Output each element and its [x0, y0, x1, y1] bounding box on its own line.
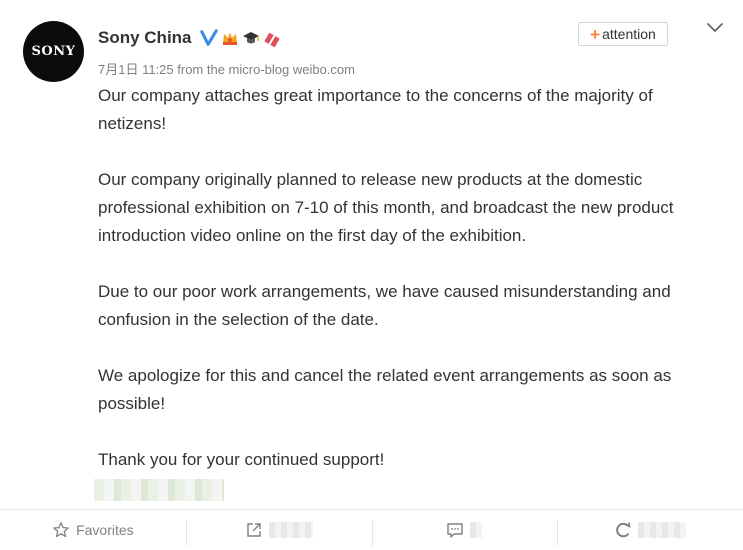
comment-button[interactable] — [371, 510, 558, 550]
graduation-cap-badge-icon[interactable] — [242, 29, 260, 47]
follow-button-label: attention — [602, 26, 656, 42]
avatar[interactable]: SONY — [23, 21, 84, 82]
badge-row — [199, 29, 281, 47]
verified-v-icon[interactable] — [199, 29, 218, 47]
post-paragraph: Due to our poor work arrangements, we ha… — [98, 282, 671, 329]
post-content: Our company attaches great importance to… — [98, 82, 698, 502]
action-bar: Favorites — [0, 509, 743, 550]
blurred-content — [94, 479, 224, 501]
post-paragraph: We apologize for this and cancel the rel… — [98, 366, 672, 413]
like-icon — [616, 522, 631, 538]
post-paragraph: Thank you for your continued support! — [98, 450, 385, 469]
post-header: Sony China — [98, 26, 281, 50]
like-button[interactable] — [557, 510, 743, 550]
share-button[interactable] — [185, 510, 372, 550]
avatar-logo-text: SONY — [31, 44, 76, 59]
crown-badge-icon[interactable] — [221, 29, 239, 47]
chevron-down-icon[interactable] — [706, 20, 724, 34]
comment-count-blurred — [470, 522, 483, 538]
post-meta[interactable]: 7月1日 11:25 from the micro-blog weibo.com — [98, 59, 355, 78]
post-paragraph: Our company originally planned to releas… — [98, 170, 674, 245]
share-icon — [246, 523, 261, 537]
follow-button[interactable]: + attention — [578, 22, 668, 46]
plus-icon: + — [590, 24, 601, 44]
favorites-button[interactable]: Favorites — [0, 510, 186, 550]
post-paragraph: Our company attaches great importance to… — [98, 86, 653, 133]
author-name[interactable]: Sony China — [98, 28, 192, 48]
comment-icon — [447, 523, 464, 538]
star-icon — [53, 522, 69, 538]
gift-badge-icon[interactable] — [263, 29, 281, 47]
favorites-label: Favorites — [76, 522, 134, 538]
like-count-blurred — [638, 522, 687, 538]
share-count-blurred — [268, 522, 313, 538]
weibo-post: SONY Sony China 7月1日 11:25 from the micr… — [0, 0, 743, 550]
